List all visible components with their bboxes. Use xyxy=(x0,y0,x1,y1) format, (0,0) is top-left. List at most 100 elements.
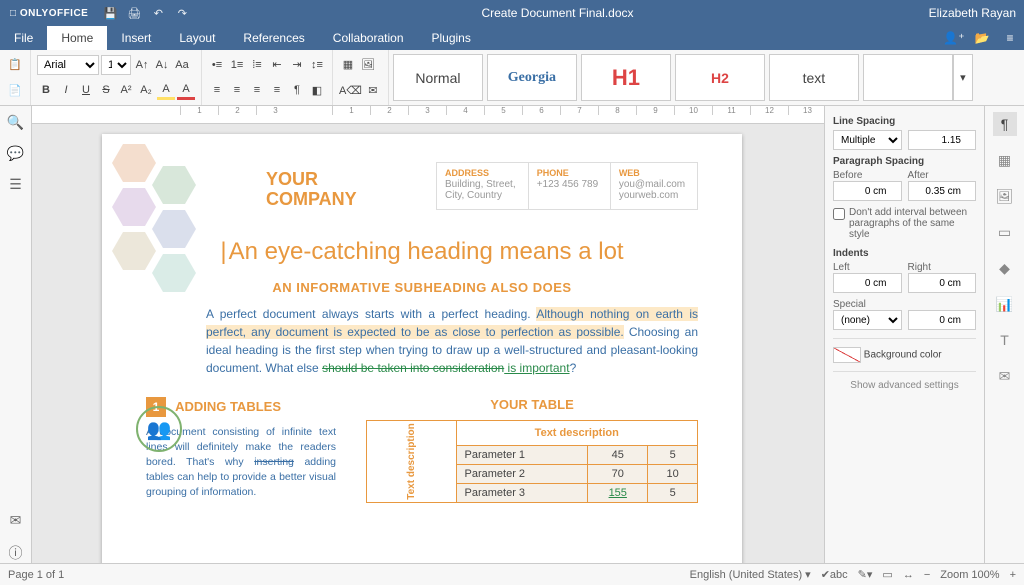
feedback-icon[interactable]: ✉ xyxy=(10,512,22,529)
font-family-combo[interactable]: Arial xyxy=(37,55,99,75)
subscript-button[interactable]: A₂ xyxy=(137,80,155,100)
style-dropdown-icon[interactable]: ▾ xyxy=(953,54,973,101)
navigation-icon[interactable]: ☰ xyxy=(9,176,22,193)
indent-special-value[interactable] xyxy=(908,310,976,330)
tab-shape-icon[interactable]: ◆ xyxy=(993,256,1017,280)
paste-icon[interactable]: 📄 xyxy=(6,80,24,100)
menu-plugins[interactable]: Plugins xyxy=(418,26,485,50)
nonprinting-icon[interactable]: ¶ xyxy=(288,80,306,100)
indent-right[interactable] xyxy=(908,273,977,293)
style-normal[interactable]: Normal xyxy=(393,54,483,101)
search-icon[interactable]: 🔍 xyxy=(7,114,24,131)
company-name-line1: YOUR xyxy=(266,170,416,190)
decrease-indent-icon[interactable]: ⇤ xyxy=(268,55,286,75)
menu-layout[interactable]: Layout xyxy=(165,26,229,50)
style-blank[interactable] xyxy=(863,54,953,101)
multilevel-icon[interactable]: ⁞≡ xyxy=(248,55,266,75)
tab-textart-icon[interactable]: T xyxy=(993,328,1017,352)
track-changes-icon[interactable]: ✎▾ xyxy=(858,568,873,581)
open-location-icon[interactable]: 📂 xyxy=(968,26,996,50)
decrease-font-icon[interactable]: A↓ xyxy=(153,55,171,75)
tab-mail-icon[interactable]: ✉ xyxy=(993,364,1017,388)
decorative-hexagons xyxy=(102,144,232,304)
section-1-title: ADDING TABLES xyxy=(175,399,281,414)
page-indicator[interactable]: Page 1 of 1 xyxy=(8,569,64,581)
document-title: Create Document Final.docx xyxy=(194,6,920,20)
bullets-icon[interactable]: •≡ xyxy=(208,55,226,75)
people-icon: 👥 xyxy=(136,406,182,452)
undo-icon[interactable]: ↶ xyxy=(146,7,170,20)
align-left-icon[interactable]: ≡ xyxy=(208,80,226,100)
line-spacing-icon[interactable]: ↕≡ xyxy=(308,55,326,75)
spellcheck-icon[interactable]: ✔abc xyxy=(821,568,848,581)
copy-icon[interactable]: 📋 xyxy=(6,55,24,75)
tab-header-icon[interactable]: ▭ xyxy=(993,220,1017,244)
superscript-button[interactable]: A² xyxy=(117,80,135,100)
align-center-icon[interactable]: ≡ xyxy=(228,80,246,100)
zoom-level[interactable]: Zoom 100% xyxy=(940,569,999,581)
highlight-button[interactable]: A xyxy=(157,80,175,100)
para-spacing-label: Paragraph Spacing xyxy=(833,156,976,167)
insert-image-icon[interactable]: 🖼 xyxy=(359,55,377,75)
shading-icon[interactable]: ◧ xyxy=(308,80,326,100)
tab-chart-icon[interactable]: 📊 xyxy=(993,292,1017,316)
document-page[interactable]: YOUR COMPANY ADDRESSPHONEWEB Building, S… xyxy=(102,134,742,563)
fit-width-icon[interactable]: ↔ xyxy=(903,569,914,581)
left-sidebar: 🔍 💬 ☰ ✉ ⓘ xyxy=(0,106,32,563)
menu-file[interactable]: File xyxy=(0,26,47,50)
dont-add-interval-checkbox[interactable]: Don't add interval between paragraphs of… xyxy=(833,207,976,240)
tab-paragraph-icon[interactable]: ¶ xyxy=(993,112,1017,136)
hamburger-icon[interactable]: ≡ xyxy=(996,26,1024,50)
indents-label: Indents xyxy=(833,248,976,259)
indent-special-mode[interactable]: (none) xyxy=(833,310,902,330)
spacing-after[interactable] xyxy=(908,181,977,201)
bold-button[interactable]: B xyxy=(37,80,55,100)
strike-button[interactable]: S xyxy=(97,80,115,100)
spacing-before[interactable] xyxy=(833,181,902,201)
indent-left[interactable] xyxy=(833,273,902,293)
save-icon[interactable]: 💾 xyxy=(98,7,122,20)
line-spacing-value[interactable] xyxy=(908,130,976,150)
mailmerge-icon[interactable]: ✉ xyxy=(364,80,382,100)
tab-image-icon[interactable]: 🖼 xyxy=(993,184,1017,208)
style-text[interactable]: text xyxy=(769,54,859,101)
underline-button[interactable]: U xyxy=(77,80,95,100)
about-icon[interactable]: ⓘ xyxy=(9,543,23,563)
tab-table-icon[interactable]: ▦ xyxy=(993,148,1017,172)
bgcolor-label: Background color xyxy=(864,350,942,361)
insert-table-icon[interactable]: ▦ xyxy=(339,55,357,75)
comments-icon[interactable]: 💬 xyxy=(7,145,24,162)
app-logo: ONLYOFFICE xyxy=(0,8,98,19)
user-name[interactable]: Elizabeth Rayan xyxy=(921,6,1024,20)
bgcolor-swatch[interactable] xyxy=(833,347,861,363)
numbering-icon[interactable]: 1≡ xyxy=(228,55,246,75)
fit-page-icon[interactable]: ▭ xyxy=(882,568,892,581)
italic-button[interactable]: I xyxy=(57,80,75,100)
style-h2[interactable]: H2 xyxy=(675,54,765,101)
language-selector[interactable]: English (United States) ▾ xyxy=(690,568,811,581)
menu-references[interactable]: References xyxy=(229,26,318,50)
print-icon[interactable]: 🖨 xyxy=(122,7,146,20)
menu-collaboration[interactable]: Collaboration xyxy=(319,26,418,50)
style-h1[interactable]: H1 xyxy=(581,54,671,101)
line-spacing-mode[interactable]: Multiple xyxy=(833,130,902,150)
zoom-in-icon[interactable]: + xyxy=(1010,569,1016,581)
redo-icon[interactable]: ↷ xyxy=(170,7,194,20)
menu-insert[interactable]: Insert xyxy=(107,26,165,50)
show-advanced-link[interactable]: Show advanced settings xyxy=(833,380,976,391)
style-gallery: Normal Georgia H1 H2 text ▾ xyxy=(389,50,1024,105)
font-size-combo[interactable]: 11 xyxy=(101,55,131,75)
increase-indent-icon[interactable]: ⇥ xyxy=(288,55,306,75)
menu-home[interactable]: Home xyxy=(47,26,107,50)
align-justify-icon[interactable]: ≡ xyxy=(268,80,286,100)
zoom-out-icon[interactable]: − xyxy=(924,569,930,581)
status-bar: Page 1 of 1 English (United States) ▾ ✔a… xyxy=(0,563,1024,585)
add-user-icon[interactable]: 👤⁺ xyxy=(940,26,968,50)
change-case-icon[interactable]: Aa xyxy=(173,55,191,75)
right-tab-strip: ¶ ▦ 🖼 ▭ ◆ 📊 T ✉ xyxy=(984,106,1024,563)
clear-style-icon[interactable]: A⌫ xyxy=(339,80,362,100)
increase-font-icon[interactable]: A↑ xyxy=(133,55,151,75)
font-color-button[interactable]: A xyxy=(177,80,195,100)
align-right-icon[interactable]: ≡ xyxy=(248,80,266,100)
style-georgia[interactable]: Georgia xyxy=(487,54,577,101)
